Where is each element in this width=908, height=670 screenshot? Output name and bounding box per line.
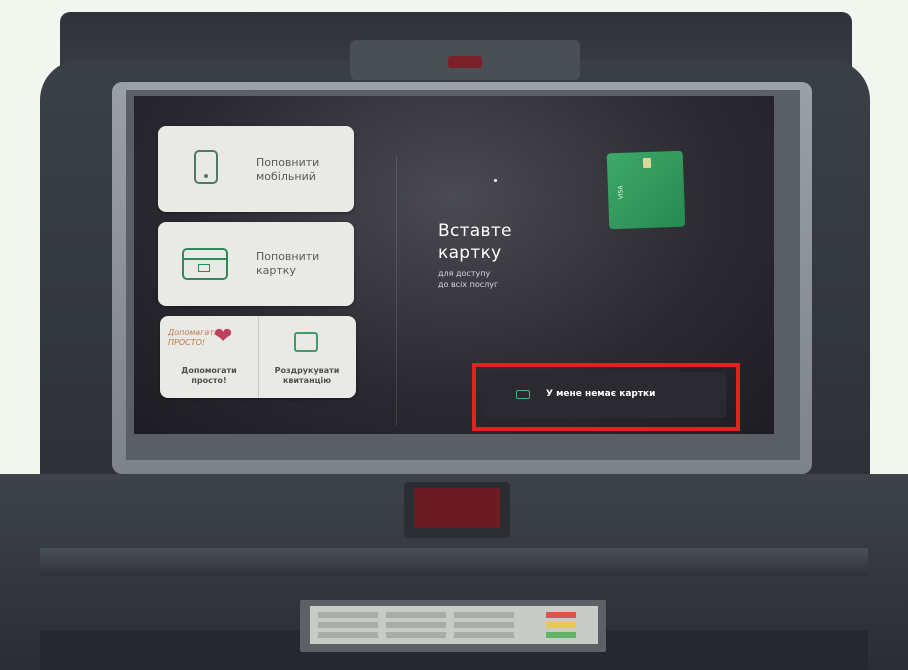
- keypad-key[interactable]: [454, 612, 514, 618]
- phone-icon: [194, 150, 218, 184]
- keypad-key[interactable]: [386, 612, 446, 618]
- print-receipt-button[interactable]: Роздрукувати квитанцію: [258, 316, 356, 398]
- top-up-mobile-button[interactable]: Поповнити мобільний: [158, 126, 354, 212]
- keypad-key[interactable]: [454, 632, 514, 638]
- keypad-key[interactable]: [318, 632, 378, 638]
- heart-icon: ❤: [214, 324, 233, 349]
- chip-icon: [642, 157, 652, 169]
- print-receipt-label: Роздрукувати квитанцію: [274, 366, 340, 385]
- screen-divider: [396, 156, 397, 426]
- insert-card-title: Вставте картку: [438, 221, 512, 263]
- card-icon: [182, 248, 228, 280]
- card-slot[interactable]: [414, 488, 500, 528]
- decorative-dot: [494, 179, 497, 182]
- card-illustration: VISA: [606, 150, 686, 230]
- bottom-tiles: Допомагать ПРОСТО! ❤ Допомогати просто! …: [160, 316, 356, 398]
- atm-machine: Поповнити мобільний Поповнити картку Доп…: [0, 0, 908, 670]
- top-up-card-label: Поповнити картку: [256, 250, 320, 277]
- atm-shelf: [40, 548, 868, 576]
- keypad-clear-key[interactable]: [546, 622, 576, 628]
- keypad-cancel-key[interactable]: [546, 612, 576, 618]
- keypad-enter-key[interactable]: [546, 632, 576, 638]
- help-easy-button[interactable]: Допомагать ПРОСТО! ❤ Допомогати просто!: [160, 316, 259, 398]
- help-easy-label: Допомогати просто!: [181, 366, 237, 385]
- receipt-icon: [294, 332, 318, 352]
- insert-card-subtitle: для доступу до всіх послуг: [438, 269, 499, 289]
- top-up-card-button[interactable]: Поповнити картку: [158, 222, 354, 306]
- keypad[interactable]: [310, 606, 598, 644]
- keypad-key[interactable]: [386, 632, 446, 638]
- keypad-key[interactable]: [386, 622, 446, 628]
- keypad-key[interactable]: [318, 612, 378, 618]
- help-easy-logo: Допомагать ПРОСТО!: [168, 328, 219, 347]
- top-up-mobile-label: Поповнити мобільний: [256, 156, 320, 183]
- keypad-key[interactable]: [454, 622, 514, 628]
- atm-indicator-light: [448, 56, 482, 68]
- keypad-key[interactable]: [318, 622, 378, 628]
- card-brand: VISA: [617, 185, 625, 200]
- highlight-box: [472, 363, 740, 431]
